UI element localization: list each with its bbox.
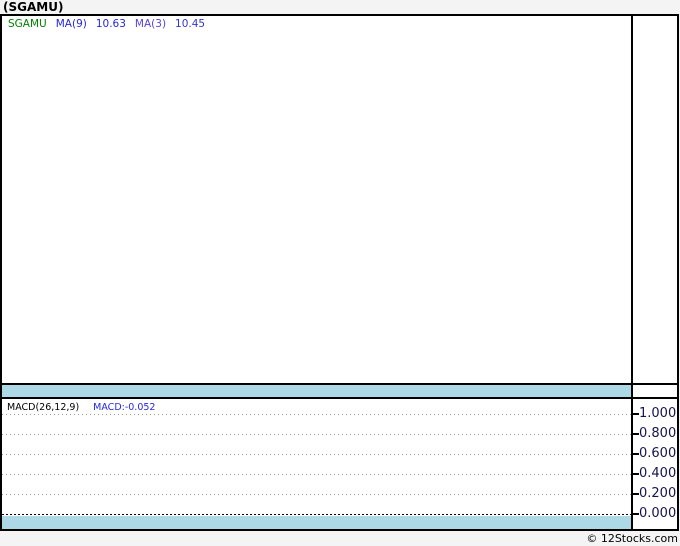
axis-tick-label: 0.400 xyxy=(639,466,677,481)
chart-frame: SGAMU MA(9) 10.63 MA(3) 10.45 MACD(26,12,9) M… xyxy=(0,14,679,531)
watermark-credit: © 12Stocks.com xyxy=(586,532,678,545)
legend-symbol: SGAMU xyxy=(8,18,47,30)
macd-indicator-value: MACD:-0.052 xyxy=(93,402,156,413)
highlight-band-top xyxy=(2,385,631,397)
gridline xyxy=(2,434,631,435)
macd-pane: MACD(26,12,9) MACD:-0.052 xyxy=(2,399,631,529)
macd-indicator-label: MACD(26,12,9) xyxy=(7,402,80,413)
page-title: (SGAMU) xyxy=(3,0,64,14)
gridline xyxy=(2,474,631,475)
page: (SGAMU) SGAMU MA(9) 10.63 MA(3) 10.45 MACD(2… xyxy=(0,0,680,546)
price-chart-pane: SGAMU MA(9) 10.63 MA(3) 10.45 xyxy=(2,16,631,383)
gridline xyxy=(2,454,631,455)
legend-ma9-value: 10.63 xyxy=(95,18,126,30)
gridline xyxy=(2,494,631,495)
legend-ma9-label: MA(9) xyxy=(55,18,87,30)
price-legend: SGAMU MA(9) 10.63 MA(3) 10.45 xyxy=(8,18,214,31)
gridline xyxy=(2,414,631,415)
highlight-band-bottom xyxy=(2,516,631,529)
legend-ma3-value: 10.45 xyxy=(175,18,206,30)
axis-tick-label: 1.000 xyxy=(639,406,677,421)
legend-ma3-label: MA(3) xyxy=(134,18,167,30)
axis-tick-label: 0.200 xyxy=(639,486,677,501)
macd-legend: MACD(26,12,9) MACD:-0.052 xyxy=(7,402,155,414)
axis-tick-label: 0.000 xyxy=(639,506,677,521)
axis-tick-label: 0.600 xyxy=(639,446,677,461)
zero-gridline xyxy=(2,514,631,515)
axis-tick-label: 0.800 xyxy=(639,426,677,441)
